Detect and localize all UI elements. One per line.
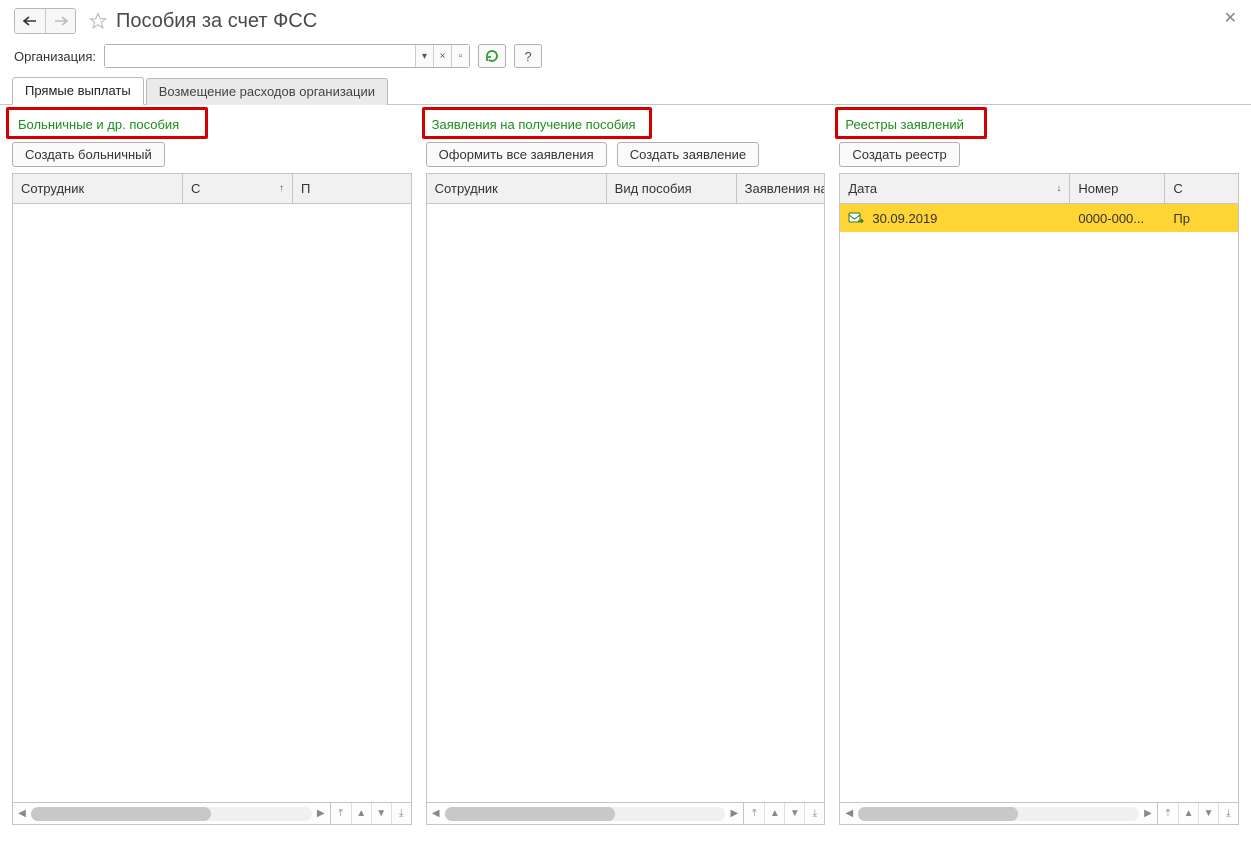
table-row[interactable]: 30.09.2019 0000-000... Пр bbox=[840, 204, 1238, 232]
x-icon: × bbox=[440, 51, 446, 62]
cell-number: 0000-000... bbox=[1078, 211, 1144, 226]
col-date[interactable]: Дата↓ bbox=[840, 174, 1070, 203]
nav-up-icon[interactable]: ▲ bbox=[764, 803, 784, 824]
nav-first-icon[interactable]: ⤒ bbox=[1158, 803, 1178, 824]
nav-last-icon[interactable]: ⤓ bbox=[391, 803, 411, 824]
nav-forward-button[interactable] bbox=[45, 9, 75, 33]
panel-sick-leave: Больничные и др. пособия Создать больнич… bbox=[12, 113, 412, 825]
panel2-body[interactable] bbox=[427, 204, 825, 802]
scroll-left-icon[interactable]: ◀ bbox=[842, 808, 856, 819]
scroll-thumb[interactable] bbox=[31, 807, 211, 821]
nav-first-icon[interactable]: ⤒ bbox=[331, 803, 351, 824]
org-input[interactable] bbox=[105, 45, 415, 67]
panel3-body[interactable]: 30.09.2019 0000-000... Пр bbox=[840, 204, 1238, 802]
col-benefit-type[interactable]: Вид пособия bbox=[607, 174, 737, 203]
document-sent-icon bbox=[848, 211, 864, 225]
scroll-left-icon[interactable]: ◀ bbox=[429, 808, 443, 819]
create-all-applications-button[interactable]: Оформить все заявления bbox=[426, 142, 607, 167]
scroll-thumb[interactable] bbox=[445, 807, 615, 821]
nav-first-icon[interactable]: ⤒ bbox=[744, 803, 764, 824]
col-from[interactable]: С↑ bbox=[183, 174, 293, 203]
nav-up-icon[interactable]: ▲ bbox=[1178, 803, 1198, 824]
create-registry-button[interactable]: Создать реестр bbox=[839, 142, 959, 167]
close-button[interactable]: ✕ bbox=[1224, 8, 1237, 28]
favorite-star-button[interactable] bbox=[86, 9, 110, 33]
panel2-grid: Сотрудник Вид пособия Заявления на выпла… bbox=[426, 173, 826, 825]
hscrollbar[interactable]: ◀ ▶ bbox=[840, 803, 1157, 824]
nav-back-button[interactable] bbox=[15, 9, 45, 33]
col-p[interactable]: П bbox=[293, 174, 411, 203]
open-dialog-button[interactable]: ▫ bbox=[451, 45, 469, 67]
sort-asc-icon: ↑ bbox=[279, 183, 284, 194]
cell-status: Пр bbox=[1173, 211, 1190, 226]
org-combobox[interactable]: ▾ × ▫ bbox=[104, 44, 470, 68]
nav-down-icon[interactable]: ▼ bbox=[784, 803, 804, 824]
star-icon bbox=[89, 12, 107, 30]
panel1-title: Больничные и др. пособия bbox=[12, 113, 412, 136]
scroll-right-icon[interactable]: ▶ bbox=[314, 808, 328, 819]
nav-last-icon[interactable]: ⤓ bbox=[804, 803, 824, 824]
arrow-left-icon bbox=[23, 16, 37, 26]
chevron-down-icon: ▾ bbox=[422, 51, 427, 62]
tab-reimbursement[interactable]: Возмещение расходов организации bbox=[146, 78, 388, 105]
nav-up-icon[interactable]: ▲ bbox=[351, 803, 371, 824]
scroll-left-icon[interactable]: ◀ bbox=[15, 808, 29, 819]
dropdown-button[interactable]: ▾ bbox=[415, 45, 433, 67]
col-number[interactable]: Номер bbox=[1070, 174, 1165, 203]
scroll-right-icon[interactable]: ▶ bbox=[727, 808, 741, 819]
arrow-right-icon bbox=[54, 16, 68, 26]
refresh-icon bbox=[484, 48, 500, 64]
panel-registries: Реестры заявлений Создать реестр Дата↓ Н… bbox=[839, 113, 1239, 825]
panel-applications: Заявления на получение пособия Оформить … bbox=[426, 113, 826, 825]
refresh-button[interactable] bbox=[478, 44, 506, 68]
panel2-title: Заявления на получение пособия bbox=[426, 113, 826, 136]
cell-date: 30.09.2019 bbox=[872, 211, 937, 226]
nav-down-icon[interactable]: ▼ bbox=[1198, 803, 1218, 824]
hscrollbar[interactable]: ◀ ▶ bbox=[13, 803, 330, 824]
col-applications[interactable]: Заявления на выплат bbox=[737, 174, 825, 203]
col-employee[interactable]: Сотрудник bbox=[427, 174, 607, 203]
create-application-button[interactable]: Создать заявление bbox=[617, 142, 759, 167]
nav-down-icon[interactable]: ▼ bbox=[371, 803, 391, 824]
col-employee[interactable]: Сотрудник bbox=[13, 174, 183, 203]
nav-last-icon[interactable]: ⤓ bbox=[1218, 803, 1238, 824]
open-icon: ▫ bbox=[459, 51, 463, 62]
sort-desc-icon: ↓ bbox=[1056, 183, 1061, 194]
panel3-title: Реестры заявлений bbox=[839, 113, 1239, 136]
page-title: Пособия за счет ФСС bbox=[116, 10, 317, 33]
hscrollbar[interactable]: ◀ ▶ bbox=[427, 803, 744, 824]
panel3-grid: Дата↓ Номер С 30.09.2019 0000-000... Пр bbox=[839, 173, 1239, 825]
create-sick-leave-button[interactable]: Создать больничный bbox=[12, 142, 165, 167]
panel1-grid: Сотрудник С↑ П ◀ ▶ ⤒ ▲ ▼ ⤓ bbox=[12, 173, 412, 825]
scroll-right-icon[interactable]: ▶ bbox=[1141, 808, 1155, 819]
tab-direct-payments[interactable]: Прямые выплаты bbox=[12, 77, 144, 105]
scroll-thumb[interactable] bbox=[858, 807, 1018, 821]
col-status[interactable]: С bbox=[1165, 174, 1238, 203]
org-filter-label: Организация: bbox=[14, 49, 96, 64]
clear-button[interactable]: × bbox=[433, 45, 451, 67]
help-button[interactable]: ? bbox=[514, 44, 542, 68]
panel1-body[interactable] bbox=[13, 204, 411, 802]
